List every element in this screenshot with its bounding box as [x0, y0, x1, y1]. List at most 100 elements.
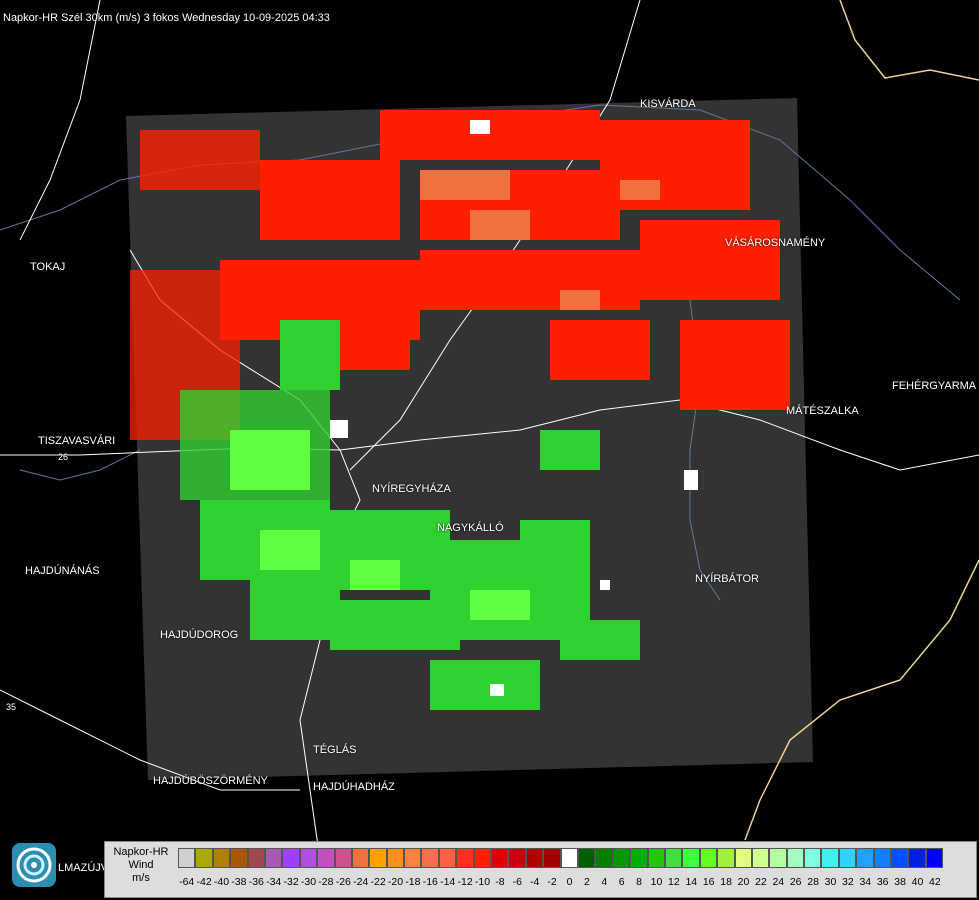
legend-tick-label: -8	[495, 876, 505, 888]
legend-swatch	[630, 848, 648, 868]
legend-swatch	[560, 848, 578, 868]
legend-swatch	[404, 848, 422, 868]
legend-tick-label: 12	[668, 876, 680, 888]
legend-tick-label: 22	[755, 876, 767, 888]
legend-swatch	[282, 848, 300, 868]
place-label: NYÍRBÁTOR	[695, 573, 759, 585]
place-label: TOKAJ	[30, 261, 66, 273]
legend-swatch	[786, 848, 805, 868]
map-title: Napkor-HR Szél 30km (m/s) 3 fokos Wednes…	[3, 12, 330, 24]
legend-tick-label: -30	[300, 876, 317, 888]
legend-tick-label: 32	[842, 876, 854, 888]
legend-swatch	[438, 848, 457, 868]
legend-swatch	[856, 848, 874, 868]
legend-swatch	[456, 848, 474, 868]
legend-tick-label: -12	[457, 876, 473, 888]
legend-tick-label: 16	[702, 876, 715, 888]
legend-tick-label: 36	[876, 876, 889, 888]
legend-tick-label: -32	[283, 876, 299, 888]
place-label: HAJDÚHADHÁZ	[313, 781, 395, 793]
legend-swatch	[595, 848, 613, 868]
legend-tick-label: -18	[405, 876, 421, 888]
legend-swatch	[734, 848, 752, 868]
radar-logo-icon	[12, 843, 56, 887]
legend-swatch	[178, 848, 196, 868]
radar-map	[0, 0, 979, 861]
place-label: FEHÉRGYARMA	[892, 380, 977, 392]
legend-tick-label: 34	[859, 876, 872, 888]
legend-tick-label: -2	[547, 876, 557, 888]
legend-swatch	[299, 848, 318, 868]
legend-swatch	[699, 848, 718, 868]
legend-tick-label: -16	[422, 876, 438, 888]
place-label: NAGYKÁLLÓ	[437, 522, 504, 534]
legend-swatch	[334, 848, 352, 868]
legend-title-line: Napkor-HR	[113, 846, 169, 858]
place-label: HAJDÚNÁNÁS	[25, 565, 100, 577]
legend-tick-label: 24	[772, 876, 785, 888]
legend-swatch	[804, 848, 822, 868]
place-label: VÁSÁROSNAMÉNY	[725, 237, 826, 249]
legend-swatch	[508, 848, 526, 868]
legend-tick-label: -38	[231, 876, 247, 888]
legend-swatch	[838, 848, 857, 868]
legend-tick-label: 40	[911, 876, 924, 888]
legend-swatch	[317, 848, 335, 868]
legend-swatch	[717, 848, 735, 868]
legend-tick-label: 2	[583, 876, 590, 888]
country-border	[839, 0, 979, 81]
legend-title-line: m/s	[132, 872, 150, 884]
legend-tick-label: 10	[650, 876, 663, 888]
place-label: HAJDÚBÖSZÖRMÉNY	[153, 775, 268, 787]
legend-swatch	[873, 848, 892, 868]
legend-tick-label: -6	[512, 876, 522, 888]
legend-tick-label: 28	[807, 876, 819, 888]
legend-swatch	[891, 848, 909, 868]
legend-tick-label: -64	[179, 876, 195, 888]
legend-swatch	[247, 848, 265, 868]
legend-swatch	[473, 848, 492, 868]
legend-tick-label: -14	[440, 876, 456, 888]
legend-title-line: Wind	[128, 859, 154, 871]
legend-swatches	[178, 848, 944, 868]
place-label: TISZAVASVÁRI	[38, 435, 116, 447]
place-label: MÁTÉSZALKA	[786, 405, 859, 417]
legend-swatch	[525, 848, 544, 868]
legend-tick-label: 20	[737, 876, 750, 888]
legend-swatch	[386, 848, 405, 868]
legend-tick-label: 26	[789, 876, 802, 888]
legend-swatch	[769, 848, 787, 868]
place-label: NYÍREGYHÁZA	[372, 483, 451, 495]
legend-swatch	[821, 848, 839, 868]
legend-swatch	[664, 848, 683, 868]
legend-swatch	[230, 848, 248, 868]
legend-tick-label: 38	[894, 876, 906, 888]
legend-swatch	[369, 848, 387, 868]
legend-swatch	[491, 848, 509, 868]
legend-title: Napkor-HR Wind m/s	[105, 842, 177, 897]
color-legend: Napkor-HR Wind m/s -64 -42 -40 -38 -36 -34 -32…	[104, 841, 977, 898]
legend-swatch	[577, 848, 596, 868]
legend-tick-label: -22	[370, 876, 386, 888]
road	[19, 0, 101, 241]
legend-swatch	[195, 848, 213, 868]
road-number: 35	[6, 702, 17, 712]
legend-tick-label: -40	[213, 876, 230, 888]
legend-tick-label: -20	[387, 876, 404, 888]
legend-tick-label: -24	[353, 876, 369, 888]
place-label: KISVÁRDA	[640, 98, 696, 110]
legend-swatch	[421, 848, 439, 868]
legend-swatch	[612, 848, 631, 868]
legend-swatch	[751, 848, 770, 868]
legend-swatch	[682, 848, 700, 868]
legend-tick-label: 8	[636, 876, 643, 888]
legend-swatch	[925, 848, 944, 868]
road-number: 26	[58, 452, 69, 462]
legend-tick-label: -4	[530, 876, 540, 888]
legend-tick-label: 6	[618, 876, 625, 888]
legend-tick-label: -42	[196, 876, 212, 888]
legend-tick-label: -36	[248, 876, 264, 888]
place-label: TÉGLÁS	[313, 744, 357, 756]
legend-tick-label: 0	[566, 876, 573, 888]
legend-swatch	[212, 848, 231, 868]
